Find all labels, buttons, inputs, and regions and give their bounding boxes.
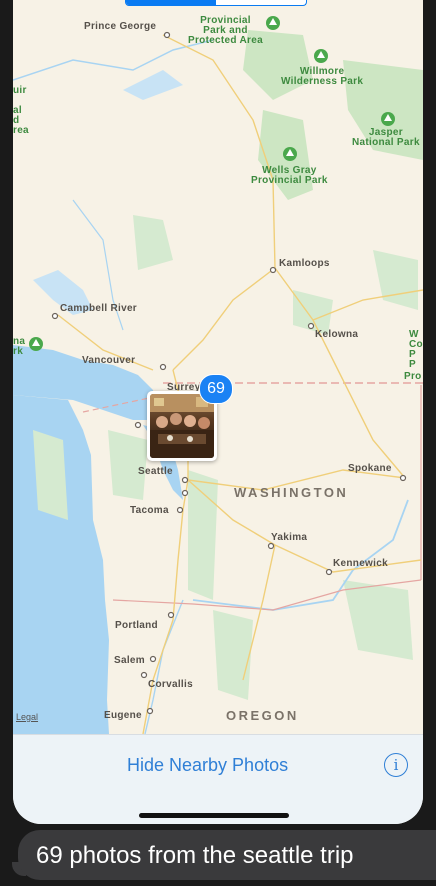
- city-label-portland: Portland: [115, 620, 158, 631]
- photos-map-screen: Prince George Kamloops Kelowna Campbell …: [13, 0, 423, 824]
- park-label-willmore: Willmore Wilderness Park: [281, 66, 364, 87]
- city-label-tacoma: Tacoma: [130, 505, 169, 516]
- park-label-jasper: Jasper National Park: [352, 127, 420, 148]
- home-indicator[interactable]: [139, 813, 289, 818]
- segmented-control[interactable]: [125, 0, 307, 6]
- city-label-prince-george: Prince George: [84, 21, 157, 32]
- city-label-vancouver: Vancouver: [82, 355, 136, 366]
- group-photo-image: [150, 394, 214, 458]
- city-label-eugene: Eugene: [104, 710, 142, 721]
- edge-label-uir: uir: [13, 85, 27, 96]
- city-label-salem: Salem: [114, 655, 145, 666]
- city-label-yakima: Yakima: [271, 532, 308, 543]
- segment-selected[interactable]: [126, 0, 216, 5]
- park-label-wells-gray: Wells Gray Provincial Park: [251, 165, 328, 186]
- photo-count-badge[interactable]: 69: [199, 374, 233, 404]
- map-canvas[interactable]: [13, 0, 423, 734]
- city-label-spokane: Spokane: [348, 463, 392, 474]
- message-bubble[interactable]: 69 photos from the seattle trip: [18, 830, 436, 880]
- hide-nearby-photos-button[interactable]: Hide Nearby Photos: [127, 755, 288, 776]
- city-label-kennewick: Kennewick: [333, 558, 388, 569]
- park-label-left-area: al d rea: [13, 105, 29, 136]
- edge-label-pro: Pro: [404, 371, 422, 382]
- city-label-kelowna: Kelowna: [315, 329, 359, 340]
- city-label-seattle: Seattle: [138, 466, 173, 477]
- park-label-left-park: na rk: [13, 336, 26, 357]
- edge-label-right: W Co P P: [409, 329, 423, 370]
- info-icon[interactable]: i: [384, 753, 408, 777]
- city-label-corvallis: Corvallis: [148, 679, 193, 690]
- legal-link[interactable]: Legal: [16, 712, 38, 722]
- city-label-campbell-river: Campbell River: [60, 303, 138, 314]
- photo-thumbnail-image: [150, 394, 214, 458]
- city-label-kamloops: Kamloops: [279, 258, 330, 269]
- park-label-provincial: Provincial Park and Protected Area: [188, 15, 263, 46]
- state-label-oregon: OREGON: [226, 708, 299, 723]
- state-label-washington: WASHINGTON: [234, 485, 349, 500]
- bottom-toolbar: Hide Nearby Photos i: [13, 734, 423, 824]
- message-text: 69 photos from the seattle trip: [36, 842, 354, 869]
